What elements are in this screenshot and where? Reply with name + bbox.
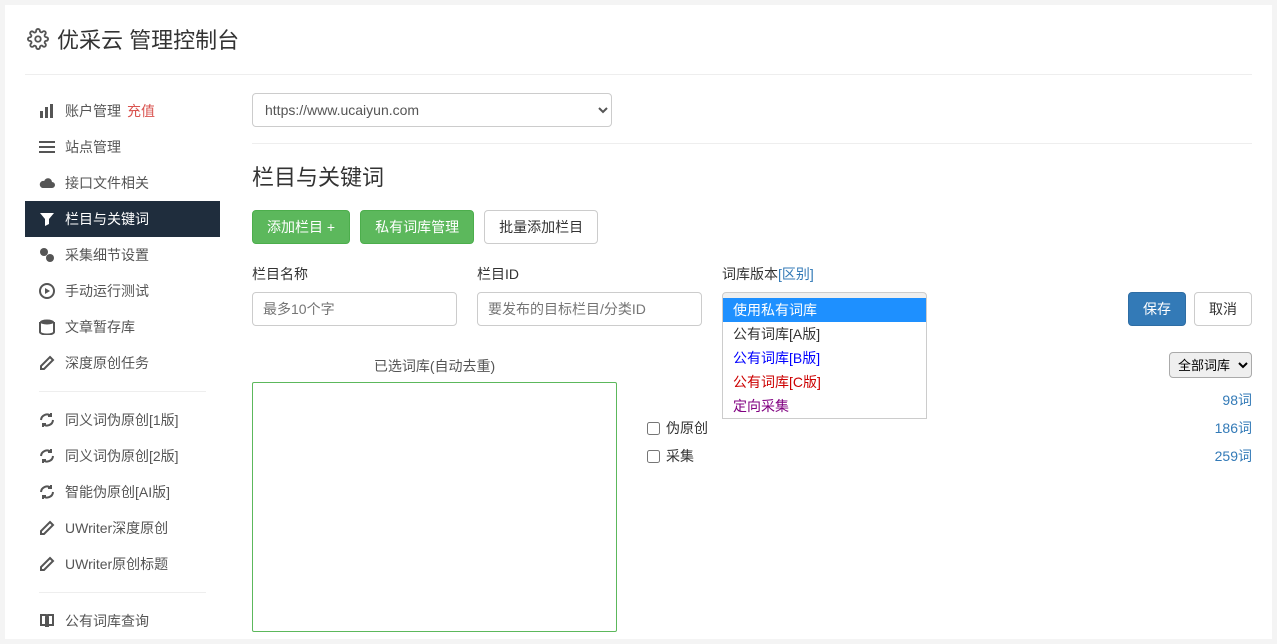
nav-label: 采集细节设置 bbox=[65, 245, 149, 265]
dropdown-option[interactable]: 公有词库[B版] bbox=[723, 346, 926, 370]
dropdown-option[interactable]: 公有词库[C版] bbox=[723, 370, 926, 394]
divider bbox=[252, 143, 1252, 144]
nav-label: 接口文件相关 bbox=[65, 173, 149, 193]
nav-deep-original[interactable]: 深度原创任务 bbox=[25, 345, 220, 381]
selected-lib-box bbox=[252, 382, 617, 632]
nav-uwriter-deep[interactable]: UWriter深度原创 bbox=[25, 510, 220, 546]
save-button[interactable]: 保存 bbox=[1128, 292, 1186, 326]
nav-label: 手动运行测试 bbox=[65, 281, 149, 301]
nav-synonym-v1[interactable]: 同义词伪原创[1版] bbox=[25, 402, 220, 438]
add-column-button[interactable]: 添加栏目 + bbox=[252, 210, 350, 244]
nav-manual-run[interactable]: 手动运行测试 bbox=[25, 273, 220, 309]
nav-separator bbox=[39, 592, 206, 593]
col-name-input[interactable] bbox=[252, 292, 457, 326]
cancel-button[interactable]: 取消 bbox=[1194, 292, 1252, 326]
site-select[interactable]: https://www.ucaiyun.com bbox=[252, 93, 612, 127]
list-icon bbox=[39, 139, 55, 155]
selected-lib-caption: 已选词库(自动去重) bbox=[252, 356, 617, 376]
nav-label: 公有词库查询 bbox=[65, 611, 149, 631]
bar-chart-icon bbox=[39, 103, 55, 119]
page-header: 优采云 管理控制台 bbox=[5, 5, 1272, 74]
dropdown-option[interactable]: 使用私有词库 bbox=[723, 298, 926, 322]
gears-icon bbox=[39, 247, 55, 263]
nav-uwriter-title[interactable]: UWriter原创标题 bbox=[25, 546, 220, 582]
edit-icon bbox=[39, 355, 55, 371]
wordlib-name: 采集 bbox=[666, 446, 694, 466]
word-count: 186词 bbox=[1215, 418, 1252, 438]
play-icon bbox=[39, 283, 55, 299]
nav-label: 文章暂存库 bbox=[65, 317, 135, 337]
word-count: 259词 bbox=[1215, 446, 1252, 466]
filter-select[interactable]: 全部词库 bbox=[1169, 352, 1252, 378]
dropdown-option[interactable]: 定向采集 bbox=[723, 394, 926, 418]
nav-label: 同义词伪原创[1版] bbox=[65, 410, 179, 430]
nav-public-wordlib[interactable]: 公有词库查询 bbox=[25, 603, 220, 639]
difference-link[interactable]: [区别] bbox=[778, 266, 814, 282]
word-count: 98词 bbox=[1222, 390, 1252, 410]
col-id-input[interactable] bbox=[477, 292, 702, 326]
nav-separator bbox=[39, 391, 206, 392]
header-divider bbox=[25, 74, 1252, 75]
nav-label: 账户管理 bbox=[65, 101, 121, 121]
page-title: 优采云 管理控制台 bbox=[57, 23, 239, 55]
nav-ai-rewrite[interactable]: 智能伪原创[AI版] bbox=[25, 474, 220, 510]
section-title: 栏目与关键词 bbox=[252, 160, 1252, 192]
edit-icon bbox=[39, 520, 55, 536]
nav-sites[interactable]: 站点管理 bbox=[25, 129, 220, 165]
dropdown-option[interactable]: 公有词库[A版] bbox=[723, 322, 926, 346]
nav-label: UWriter深度原创 bbox=[65, 518, 168, 538]
nav-api-files[interactable]: 接口文件相关 bbox=[25, 165, 220, 201]
col-name-label: 栏目名称 bbox=[252, 264, 457, 284]
wordlib-checkbox[interactable] bbox=[647, 450, 660, 463]
gear-icon bbox=[27, 28, 49, 50]
filter-icon bbox=[39, 211, 55, 227]
book-icon bbox=[39, 613, 55, 629]
wordlib-name: 伪原创 bbox=[666, 418, 708, 438]
nav-collect-detail[interactable]: 采集细节设置 bbox=[25, 237, 220, 273]
nav-label: 同义词伪原创[2版] bbox=[65, 446, 179, 466]
nav-label: 深度原创任务 bbox=[65, 353, 149, 373]
form-row: 栏目名称 栏目ID 词库版本[区别] 使用私有词库 使用私有词库 bbox=[252, 264, 1252, 326]
refresh-icon bbox=[39, 484, 55, 500]
nav-synonym-v2[interactable]: 同义词伪原创[2版] bbox=[25, 438, 220, 474]
cloud-icon bbox=[39, 175, 55, 191]
batch-add-button[interactable]: 批量添加栏目 bbox=[484, 210, 598, 244]
nav-article-stash[interactable]: 文章暂存库 bbox=[25, 309, 220, 345]
lib-version-label: 词库版本[区别] bbox=[722, 264, 927, 284]
nav-columns-keywords[interactable]: 栏目与关键词 bbox=[25, 201, 220, 237]
nav-label: 站点管理 bbox=[65, 137, 121, 157]
refresh-icon bbox=[39, 412, 55, 428]
sidebar: 账户管理 充值 站点管理 接口文件相关 栏目与关键词 采集细节设置 手动运 bbox=[25, 93, 220, 639]
lib-version-dropdown: 使用私有词库 公有词库[A版] 公有词库[B版] 公有词库[C版] 定向采集 bbox=[722, 298, 927, 419]
main-content: https://www.ucaiyun.com 栏目与关键词 添加栏目 + 私有… bbox=[220, 93, 1252, 639]
wordlib-row: 采集 259词 bbox=[647, 442, 1252, 470]
col-id-label: 栏目ID bbox=[477, 264, 702, 284]
action-bar: 添加栏目 + 私有词库管理 批量添加栏目 bbox=[252, 210, 1252, 244]
nav-extra: 充值 bbox=[127, 101, 155, 121]
wordlib-checkbox[interactable] bbox=[647, 422, 660, 435]
nav-label: 栏目与关键词 bbox=[65, 209, 149, 229]
database-icon bbox=[39, 319, 55, 335]
refresh-icon bbox=[39, 448, 55, 464]
nav-label: UWriter原创标题 bbox=[65, 554, 168, 574]
nav-account[interactable]: 账户管理 充值 bbox=[25, 93, 220, 129]
edit-icon bbox=[39, 556, 55, 572]
private-lib-button[interactable]: 私有词库管理 bbox=[360, 210, 474, 244]
nav-label: 智能伪原创[AI版] bbox=[65, 482, 170, 502]
